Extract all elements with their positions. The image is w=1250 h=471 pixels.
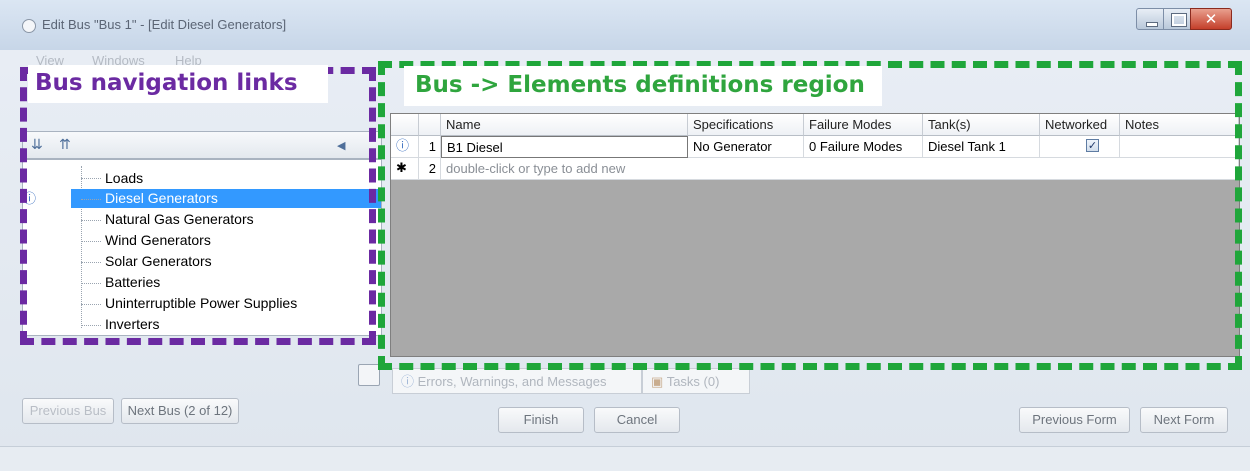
- app-icon: [22, 19, 36, 33]
- finish-button[interactable]: Finish: [498, 407, 584, 433]
- maximize-button[interactable]: [1163, 8, 1191, 30]
- minimize-icon: [1146, 22, 1158, 27]
- close-icon: ✕: [1204, 10, 1218, 28]
- next-bus-button[interactable]: Next Bus (2 of 12): [121, 398, 239, 424]
- info-icon: ⓘ: [401, 375, 415, 390]
- next-form-button[interactable]: Next Form: [1140, 407, 1228, 433]
- window-title: Edit Bus "Bus 1" - [Edit Diesel Generato…: [42, 17, 287, 32]
- nav-annotation-box: [20, 67, 376, 345]
- nav-annotation-label: Bus navigation links: [35, 70, 298, 96]
- tab-errors-label: Errors, Warnings, and Messages: [417, 374, 607, 389]
- edit-icon[interactable]: [358, 364, 380, 386]
- tasks-icon: ▣: [651, 374, 664, 389]
- maximize-icon: [1171, 13, 1187, 27]
- previous-form-button[interactable]: Previous Form: [1019, 407, 1130, 433]
- elements-annotation-label: Bus -> Elements definitions region: [415, 72, 865, 98]
- edit-bus-window: Edit Bus "Bus 1" - [Edit Diesel Generato…: [0, 0, 1250, 471]
- previous-bus-button[interactable]: Previous Bus: [22, 398, 114, 424]
- status-bar: [0, 446, 1250, 471]
- tab-errors-warnings[interactable]: ⓘ Errors, Warnings, and Messages: [392, 368, 642, 394]
- tab-tasks[interactable]: ▣ Tasks (0): [642, 368, 750, 394]
- elements-annotation-box: [378, 61, 1242, 370]
- close-button[interactable]: ✕: [1190, 8, 1232, 30]
- tab-tasks-label: Tasks (0): [666, 374, 720, 389]
- title-bar: Edit Bus "Bus 1" - [Edit Diesel Generato…: [0, 0, 1250, 50]
- cancel-button[interactable]: Cancel: [594, 407, 680, 433]
- minimize-button[interactable]: [1136, 8, 1164, 30]
